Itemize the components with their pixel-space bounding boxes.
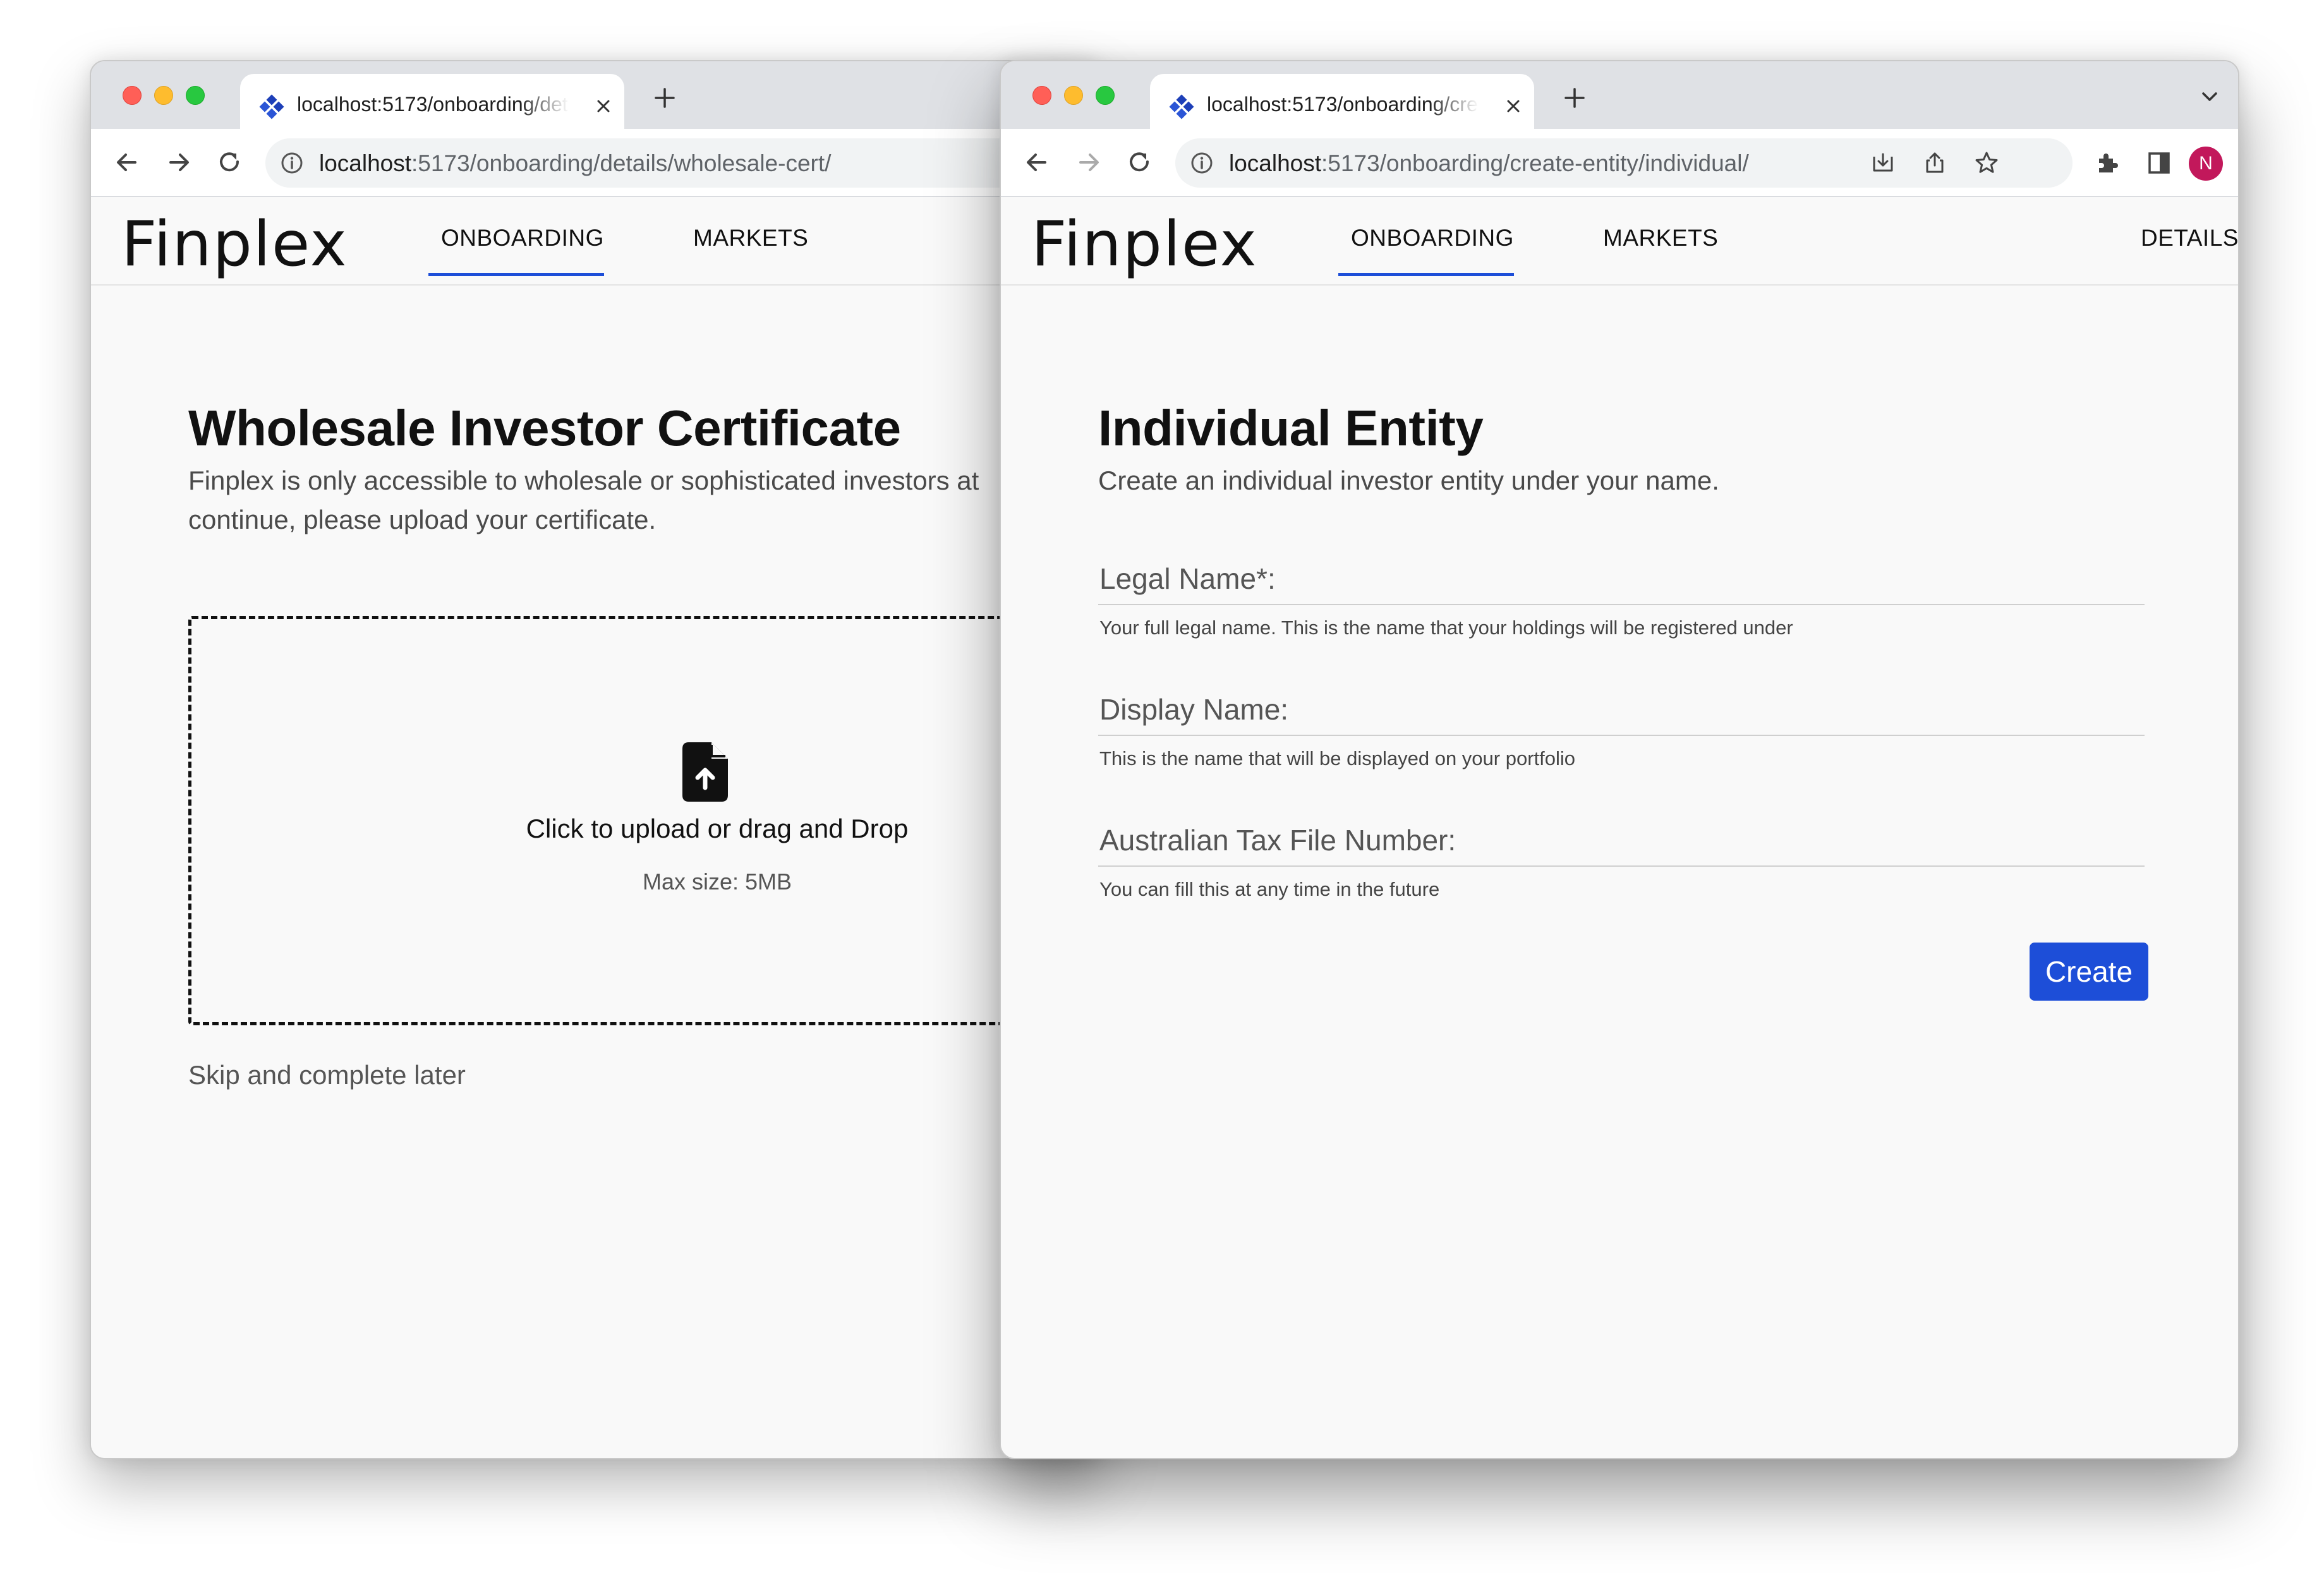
tab-individual-entity[interactable]: localhost:5173/onboarding/create-entity/… [1150,74,1534,129]
page-content: Finplex ONBOARDING MARKETS DETAILS Indiv… [1001,197,2238,1458]
brand-logo[interactable]: Finplex [121,208,348,280]
legal-name-help: Your full legal name. This is the name t… [1099,617,1793,639]
share-icon[interactable] [1922,150,1947,176]
favicon-icon [1169,94,1194,119]
browser-toolbar: localhost:5173/onboarding/create-entity/… [1001,129,2238,197]
plus-icon[interactable] [653,87,676,109]
favicon-icon [259,94,284,119]
close-icon[interactable] [1504,97,1523,116]
address-bar[interactable]: localhost:5173/onboarding/details/wholes… [265,138,1099,188]
info-icon[interactable] [1189,150,1214,176]
legal-name-field[interactable]: Legal Name*: Your full legal name. This … [1098,562,2145,650]
forward-arrow-icon[interactable] [1074,148,1103,177]
page-subtitle: Finplex is only accessible to wholesale … [188,461,979,539]
back-arrow-icon[interactable] [112,148,142,177]
url-host: localhost [1229,150,1322,176]
chevron-down-icon[interactable] [2200,90,2219,103]
page-title: Wholesale Investor Certificate [188,400,901,456]
nav-onboarding[interactable]: ONBOARDING [1351,225,1514,251]
active-nav-indicator [428,273,604,276]
page-content: Finplex ONBOARDING MARKETS Wholesale Inv… [91,197,1099,1458]
forward-arrow-icon[interactable] [164,148,193,177]
tab-title: localhost:5173/onboarding/details/wholes… [297,93,569,116]
star-icon[interactable] [1974,150,1999,176]
tax-file-number-field[interactable]: Australian Tax File Number: You can fill… [1098,823,2145,912]
close-icon[interactable] [594,97,613,116]
reload-icon[interactable] [1125,148,1154,177]
tab-strip: localhost:5173/onboarding/details/wholes… [91,61,1099,129]
url-text: localhost:5173/onboarding/details/wholes… [319,150,831,177]
reload-icon[interactable] [215,148,244,177]
nav-markets[interactable]: MARKETS [1603,225,1718,251]
browser-window-wholesale-cert: localhost:5173/onboarding/details/wholes… [90,60,1101,1459]
install-icon[interactable] [1870,150,1896,176]
address-bar[interactable]: localhost:5173/onboarding/create-entity/… [1175,138,2073,188]
tax-file-number-help: You can fill this at any time in the fut… [1099,878,1440,900]
nav-onboarding[interactable]: ONBOARDING [441,225,604,251]
plus-icon[interactable] [1563,87,1586,109]
zoom-window-button[interactable] [186,86,205,105]
minimize-window-button[interactable] [154,86,173,105]
dropzone-label: Click to upload or drag and Drop [526,814,909,843]
close-window-button[interactable] [1032,86,1051,105]
profile-avatar[interactable]: N [2189,147,2223,181]
display-name-input-line[interactable] [1098,735,2145,736]
dropzone-max-size: Max size: 5MB [642,869,792,895]
minimize-window-button[interactable] [1064,86,1083,105]
file-upload-icon [682,742,728,802]
brand-logo[interactable]: Finplex [1031,208,1258,280]
display-name-label: Display Name: [1099,693,1289,726]
url-text: localhost:5173/onboarding/create-entity/… [1229,150,1749,177]
browser-window-individual-entity: localhost:5173/onboarding/create-entity/… [1000,60,2239,1459]
url-host: localhost [319,150,412,176]
back-arrow-icon[interactable] [1022,148,1051,177]
tax-file-number-input-line[interactable] [1098,865,2145,867]
side-panel-icon[interactable] [2146,150,2172,176]
app-header: Finplex ONBOARDING MARKETS [91,197,1099,286]
menu-icon[interactable] [2238,150,2239,176]
close-window-button[interactable] [123,86,142,105]
display-name-field[interactable]: Display Name: This is the name that will… [1098,692,2145,781]
legal-name-label: Legal Name*: [1099,562,1276,595]
page-subtitle-line-1: Finplex is only accessible to wholesale … [188,466,979,495]
page-title: Individual Entity [1098,400,1484,456]
create-button[interactable]: Create [2030,943,2148,1001]
info-icon[interactable] [279,150,305,176]
tab-wholesale-cert[interactable]: localhost:5173/onboarding/details/wholes… [240,74,624,129]
browser-toolbar: localhost:5173/onboarding/details/wholes… [91,129,1099,197]
skip-link[interactable]: Skip and complete later [188,1060,466,1090]
display-name-help: This is the name that will be displayed … [1099,747,1576,769]
app-header: Finplex ONBOARDING MARKETS DETAILS [1001,197,2238,286]
active-nav-indicator [1338,273,1514,276]
tax-file-number-label: Australian Tax File Number: [1099,824,1456,857]
url-path: :5173/onboarding/details/wholesale-cert/ [411,150,832,176]
url-path: :5173/onboarding/create-entity/individua… [1321,150,1749,176]
tab-title: localhost:5173/onboarding/create-entity/… [1207,93,1479,116]
tab-strip: localhost:5173/onboarding/create-entity/… [1001,61,2238,129]
zoom-window-button[interactable] [1096,86,1115,105]
extensions-icon[interactable] [2094,150,2121,176]
page-subtitle-line-2: continue, please upload your certificate… [188,505,657,534]
nav-details[interactable]: DETAILS [2141,225,2238,251]
page-subtitle: Create an individual investor entity und… [1098,466,1719,495]
legal-name-input-line[interactable] [1098,604,2145,605]
nav-markets[interactable]: MARKETS [693,225,808,251]
